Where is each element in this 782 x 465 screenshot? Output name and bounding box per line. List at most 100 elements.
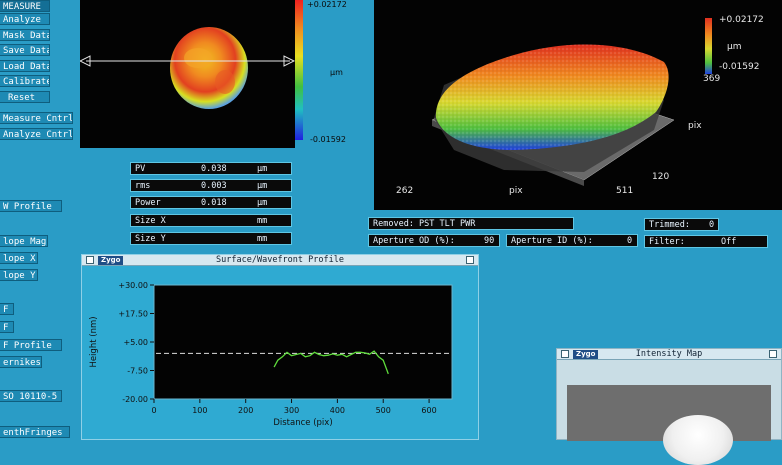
result-unit: μm	[257, 198, 268, 208]
window-pin-icon[interactable]	[769, 350, 777, 358]
removed-text: Removed: PST TLT PWR	[373, 219, 476, 229]
slope-y-button[interactable]: lope Y	[0, 269, 38, 281]
profile-chart: +30.00 +17.50 +5.00 -7.50 -20.000 100 200 300 40…	[89, 281, 453, 428]
aperture-od-label: Aperture OD (%):	[373, 236, 455, 246]
intensity-spot	[663, 415, 733, 465]
result-unit: mm	[257, 234, 268, 244]
load-data-button[interactable]: Load Data	[0, 60, 50, 72]
intensity-window-title: Intensity Map	[635, 349, 703, 359]
scale-3d-unit: μm	[727, 42, 742, 52]
plot-area	[153, 284, 453, 400]
surface-disc	[170, 27, 248, 109]
filter-label: Filter:	[649, 237, 685, 247]
surface-map-panel	[78, 0, 296, 148]
trimmed-label: Trimmed:	[649, 220, 690, 230]
result-row-size-x: Size X mm	[130, 214, 292, 227]
filter-field: Filter: Off	[644, 235, 768, 248]
result-value: 0.038	[201, 164, 227, 174]
result-label: Size X	[135, 216, 166, 226]
result-label: Size Y	[135, 234, 166, 244]
x-tick-label: 300	[284, 406, 299, 415]
aperture-od-field: Aperture OD (%): 90	[368, 234, 500, 247]
scale-2d-max: +0.02172	[307, 0, 347, 9]
y-tick-label: +30.00	[118, 281, 148, 290]
profile-window-titlebar[interactable]: Zygo Surface/Wavefront Profile	[82, 255, 478, 266]
option-button-2[interactable]: F	[0, 321, 14, 333]
measure-control-button[interactable]: Measure Cntrl	[0, 112, 73, 124]
color-scale-2d	[295, 0, 303, 140]
aperture-id-field: Aperture ID (%): 0	[506, 234, 638, 247]
axis-x-right: 511	[616, 186, 634, 196]
x-tick-label: 400	[330, 406, 345, 415]
y-tick-label: -7.50	[127, 367, 148, 376]
analyze-button[interactable]: Analyze	[0, 13, 50, 25]
result-row-rms: rms 0.003 μm	[130, 179, 292, 192]
slope-mag-button[interactable]: lope Mag	[0, 235, 48, 247]
length-fringes-button[interactable]: enthFringes	[0, 426, 70, 438]
x-tick-label: 100	[192, 406, 207, 415]
result-label: Power	[135, 198, 161, 208]
psf-profile-button[interactable]: F Profile	[0, 339, 62, 351]
result-unit: mm	[257, 216, 268, 226]
aperture-id-label: Aperture ID (%):	[511, 236, 593, 246]
color-scale-3d	[705, 18, 712, 74]
option-button-1[interactable]: F	[0, 303, 14, 315]
x-tick-label: 500	[376, 406, 391, 415]
oblique-plot-panel: +0.02172 μm -0.01592 369 pix 120 262 pix…	[374, 0, 782, 210]
scale-2d-min: -0.01592	[310, 135, 346, 144]
axis-x-label: pix	[509, 186, 523, 196]
save-data-button[interactable]: Save Data	[0, 44, 50, 56]
result-unit: μm	[257, 164, 268, 174]
result-value: 0.018	[201, 198, 227, 208]
result-row-pv: PV 0.038 μm	[130, 162, 292, 175]
result-row-power: Power 0.018 μm	[130, 196, 292, 209]
aperture-id-value: 0	[627, 236, 633, 246]
x-tick-label: 0	[151, 406, 156, 415]
intensity-window: Zygo Intensity Map	[556, 348, 782, 465]
scale-3d-min: -0.01592	[719, 62, 760, 72]
window-pin-icon[interactable]	[466, 256, 474, 264]
analyze-control-button[interactable]: Analyze Cntrl	[0, 128, 73, 140]
reset-button[interactable]: Reset	[0, 91, 50, 103]
result-value: 0.003	[201, 181, 227, 191]
result-label: rms	[135, 181, 151, 191]
result-label: PV	[135, 164, 146, 174]
zygo-logo: Zygo	[98, 256, 124, 265]
result-row-size-y: Size Y mm	[130, 232, 292, 245]
profile-window-title: Surface/Wavefront Profile	[216, 255, 344, 265]
measure-button[interactable]: MEASURE	[0, 0, 50, 12]
scale-2d-unit: μm	[330, 68, 343, 77]
trimmed-field: Trimmed: 0	[644, 218, 719, 231]
intensity-window-titlebar[interactable]: Zygo Intensity Map	[557, 349, 781, 360]
profile-window: Zygo Surface/Wavefront Profile +30.00 +17…	[81, 254, 479, 440]
x-tick-label: 600	[421, 406, 436, 415]
scale-3d-max: +0.02172	[719, 15, 764, 25]
filter-value: Off	[721, 237, 737, 247]
x-axis-label: Distance (pix)	[273, 418, 332, 428]
mask-data-button[interactable]: Mask Data	[0, 29, 50, 41]
calibrate-button[interactable]: Calibrate	[0, 75, 50, 87]
axis-y-label: pix	[688, 121, 702, 131]
iso-10110-button[interactable]: SO 10110-5	[0, 390, 62, 402]
removed-field: Removed: PST TLT PWR	[368, 217, 574, 230]
result-unit: μm	[257, 181, 268, 191]
axis-y-bottom: 120	[652, 172, 670, 182]
y-tick-label: +5.00	[123, 338, 148, 347]
slope-x-button[interactable]: lope X	[0, 252, 38, 264]
zernikes-button[interactable]: ernikes	[0, 356, 42, 368]
y-tick-label: +17.50	[118, 310, 148, 319]
intensity-map	[567, 385, 771, 465]
y-axis-label: Height (nm)	[89, 316, 99, 367]
x-tick-label: 200	[238, 406, 253, 415]
y-tick-label: -20.00	[122, 395, 148, 404]
window-menu-icon[interactable]	[86, 256, 94, 264]
axis-x-left: 262	[396, 186, 414, 196]
window-menu-icon[interactable]	[561, 350, 569, 358]
aperture-od-value: 90	[484, 236, 495, 246]
profile-button[interactable]: W Profile	[0, 200, 62, 212]
axis-y-top: 369	[703, 74, 721, 84]
surface-map	[78, 27, 296, 109]
oblique-plot	[431, 18, 712, 186]
zygo-logo: Zygo	[573, 350, 599, 359]
trimmed-value: 0	[709, 220, 715, 230]
